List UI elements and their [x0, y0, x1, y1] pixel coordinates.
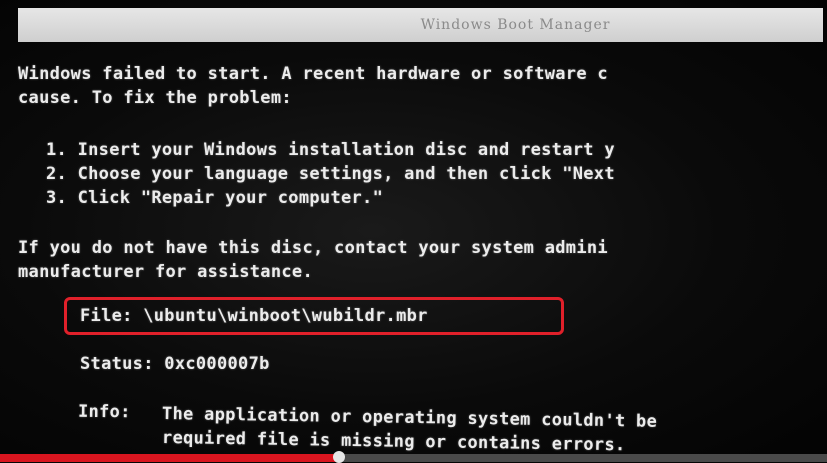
- step-3: 3. Click "Repair your computer.": [46, 188, 384, 208]
- status-code: 0xc000007b: [164, 354, 270, 374]
- file-line: File: \ubuntu\winboot\wubildr.mbr: [80, 306, 428, 326]
- step-2: 2. Choose your language settings, and th…: [46, 164, 615, 184]
- video-scrubber-handle[interactable]: [333, 451, 346, 463]
- info-line-2: required file is missing or contains err…: [161, 428, 626, 456]
- contact-line-1: If you do not have this disc, contact yo…: [18, 238, 608, 258]
- file-label: File:: [80, 306, 133, 326]
- info-label: Info:: [77, 401, 131, 423]
- step-1: 1. Insert your Windows installation disc…: [46, 140, 615, 160]
- window-title: Windows Boot Manager: [420, 17, 611, 33]
- error-line-2: cause. To fix the problem:: [18, 88, 292, 108]
- contact-line-2: manufacturer for assistance.: [18, 262, 313, 282]
- video-progress-fill: [0, 454, 340, 462]
- screen: Windows Boot Manager Windows failed to s…: [0, 0, 827, 463]
- status-line: Status: 0xc000007b: [80, 354, 270, 374]
- boot-manager-title-bar: Windows Boot Manager: [18, 8, 823, 42]
- file-path: \ubuntu\winboot\wubildr.mbr: [143, 306, 428, 326]
- video-progress-bar[interactable]: [0, 451, 827, 463]
- status-label: Status:: [80, 354, 154, 374]
- info-line-1: The application or operating system coul…: [161, 404, 658, 432]
- error-line-1: Windows failed to start. A recent hardwa…: [18, 64, 608, 84]
